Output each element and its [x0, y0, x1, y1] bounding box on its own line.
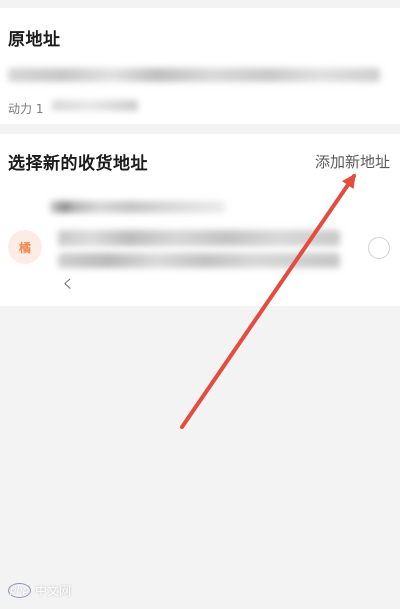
add-new-address-button[interactable]: 添加新地址	[315, 151, 390, 172]
address-avatar: 橘	[8, 230, 42, 264]
address-select-radio[interactable]	[368, 237, 390, 259]
original-address-card: 原地址 动力 1	[0, 8, 400, 124]
new-address-card: 选择新的收货地址 添加新地址 橘 く	[0, 134, 400, 306]
blurred-address-line-2	[58, 253, 340, 268]
blurred-address-line-1	[58, 230, 340, 246]
original-address-name-prefix: 动力 1	[8, 102, 44, 116]
new-address-title: 选择新的收货地址	[8, 154, 148, 174]
watermark-label: 中文网	[35, 584, 72, 598]
watermark: php 中文网	[8, 582, 71, 599]
watermark-logo-text: php	[9, 585, 30, 596]
address-tail-symbol: く	[62, 277, 75, 291]
blurred-original-address-detail	[52, 100, 138, 111]
php-logo-icon: php	[8, 583, 31, 598]
original-address-title: 原地址	[8, 30, 61, 50]
address-avatar-text: 橘	[18, 240, 31, 255]
blurred-original-address-line	[8, 68, 380, 82]
blurred-address-name-line	[50, 201, 225, 213]
